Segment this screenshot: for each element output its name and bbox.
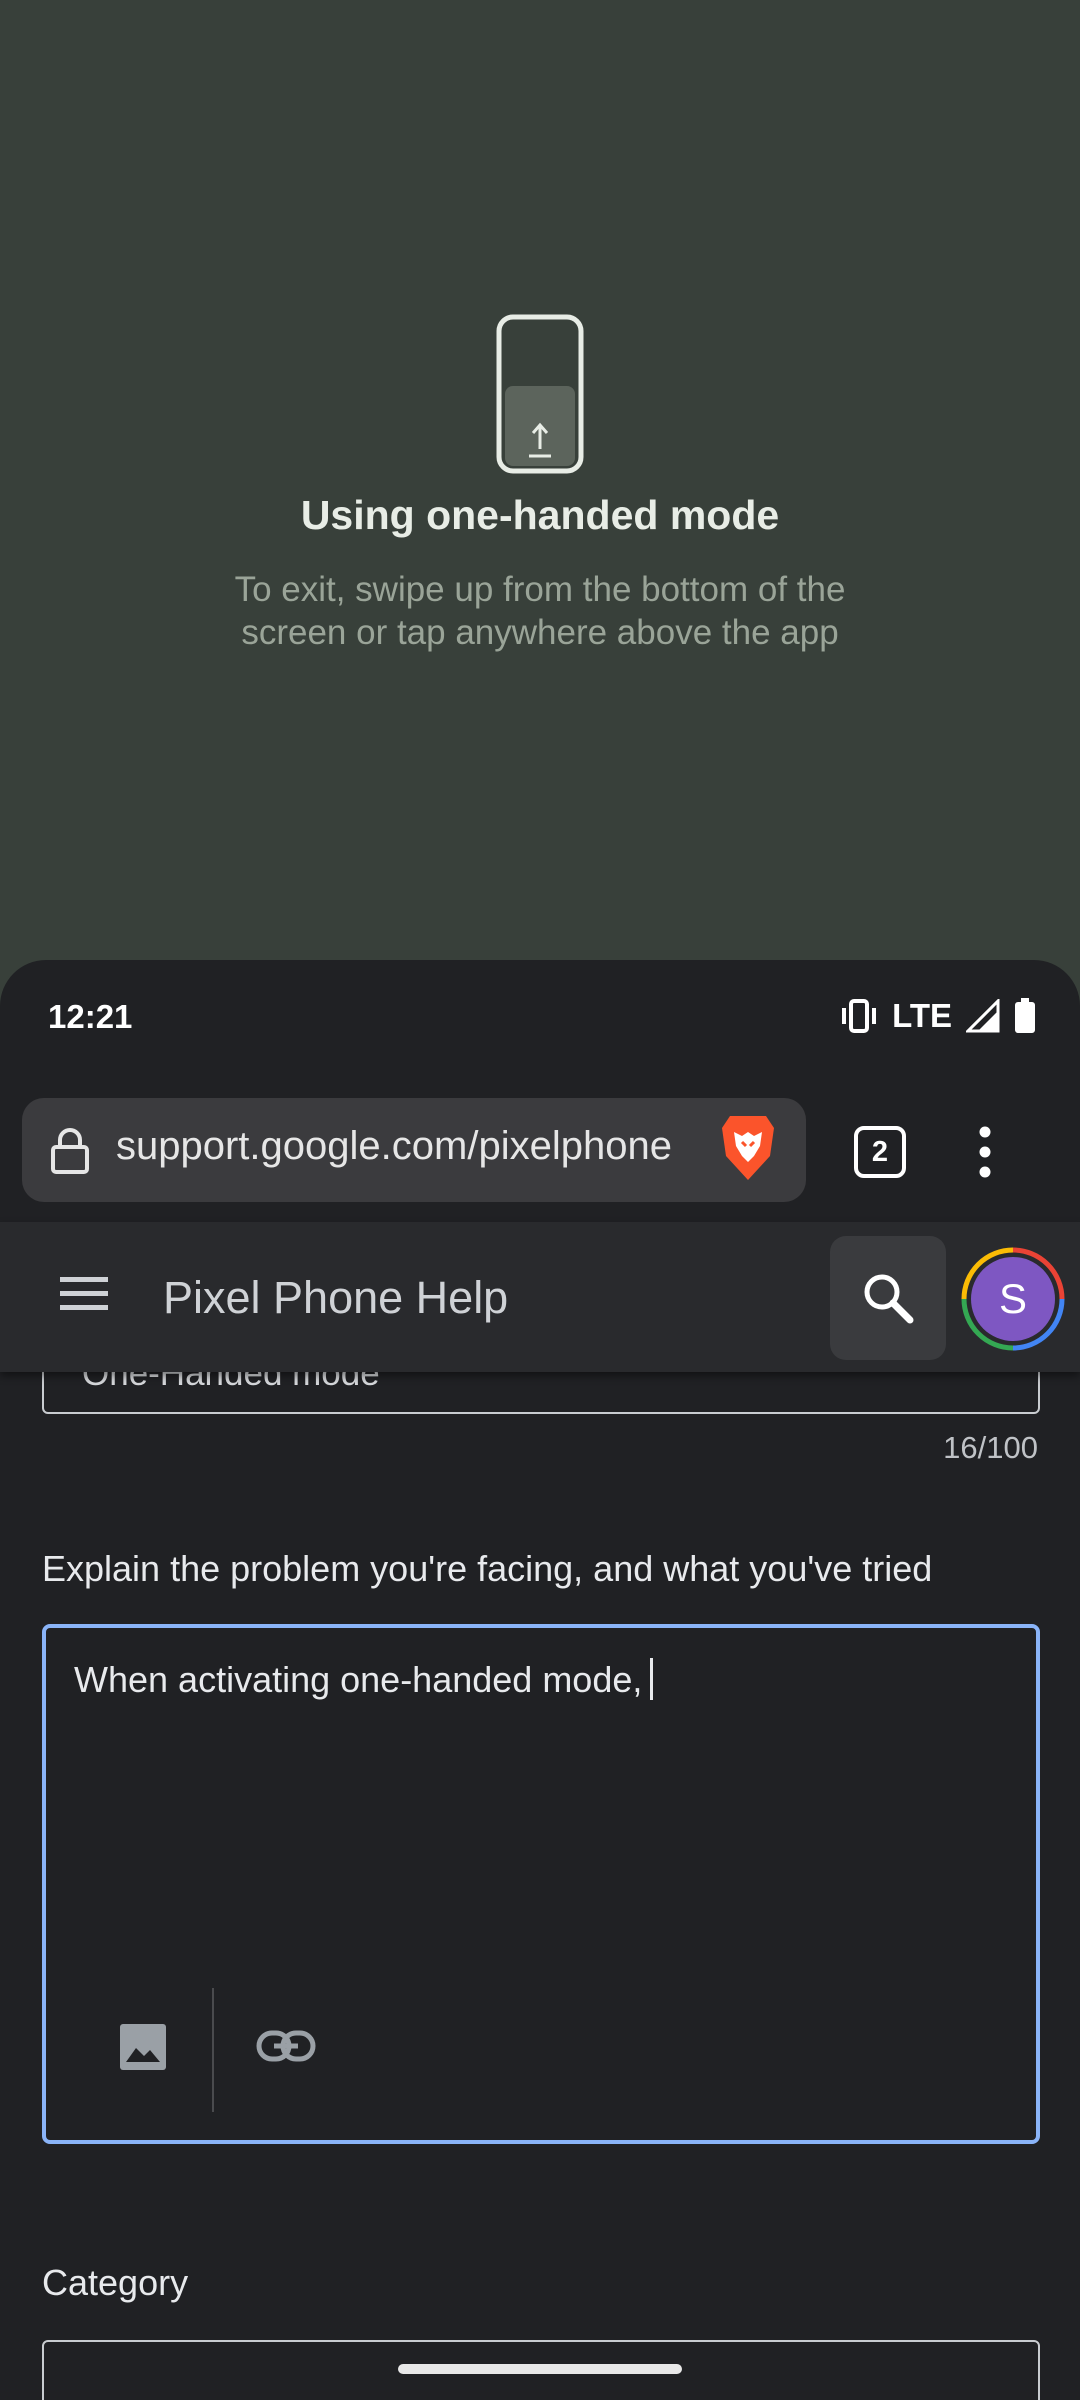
support-form: One-Handed mode 16/100 Explain the probl… (0, 1332, 1080, 2400)
lock-icon[interactable] (50, 1128, 90, 1174)
toolbar-divider (212, 1988, 214, 2112)
one-handed-mode-overlay[interactable]: Using one-handed mode To exit, swipe up … (0, 0, 1080, 960)
gesture-nav-handle[interactable] (398, 2364, 682, 2374)
address-bar[interactable]: support.google.com/pixelphone (22, 1098, 806, 1202)
vibrate-icon (842, 999, 877, 1033)
one-handed-mode-title: Using one-handed mode (300, 492, 780, 538)
phone-swipe-up-icon (496, 314, 584, 474)
explain-label: Explain the problem you're facing, and w… (42, 1548, 933, 1589)
explain-textarea[interactable]: When activating one-handed mode, (42, 1624, 1040, 2144)
search-button[interactable] (830, 1236, 946, 1360)
url-text[interactable]: support.google.com/pixelphone (116, 1124, 716, 1169)
one-handed-mode-subtitle: To exit, swipe up from the bottom of the… (234, 570, 846, 652)
network-type: LTE (892, 997, 952, 1034)
signal-icon (966, 999, 1000, 1033)
more-vert-icon[interactable] (970, 1126, 1000, 1178)
image-icon[interactable] (118, 2022, 168, 2072)
category-label: Category (42, 2262, 189, 2303)
avatar[interactable]: S (960, 1246, 1066, 1352)
site-header: Pixel Phone Help S (0, 1222, 1080, 1372)
tab-switcher-button[interactable]: 2 (854, 1126, 906, 1178)
text-cursor (650, 1658, 654, 1700)
subject-char-counter: 16/100 (943, 1430, 1038, 1465)
menu-icon[interactable] (58, 1274, 110, 1314)
avatar-initial: S (999, 1275, 1027, 1322)
battery-icon (1015, 998, 1035, 1033)
link-icon[interactable] (256, 2028, 316, 2064)
app-window: 12:21 LTE support.google.com/pixelphone (0, 960, 1080, 2400)
status-bar: 12:21 LTE (0, 960, 1080, 1060)
status-icons: LTE (840, 996, 1036, 1036)
explain-text: When activating one-handed mode, (74, 1658, 654, 1701)
status-time: 12:21 (48, 998, 133, 1035)
brave-lion-icon[interactable] (718, 1112, 778, 1184)
site-title[interactable]: Pixel Phone Help (163, 1272, 508, 1324)
search-icon (864, 1274, 914, 1324)
